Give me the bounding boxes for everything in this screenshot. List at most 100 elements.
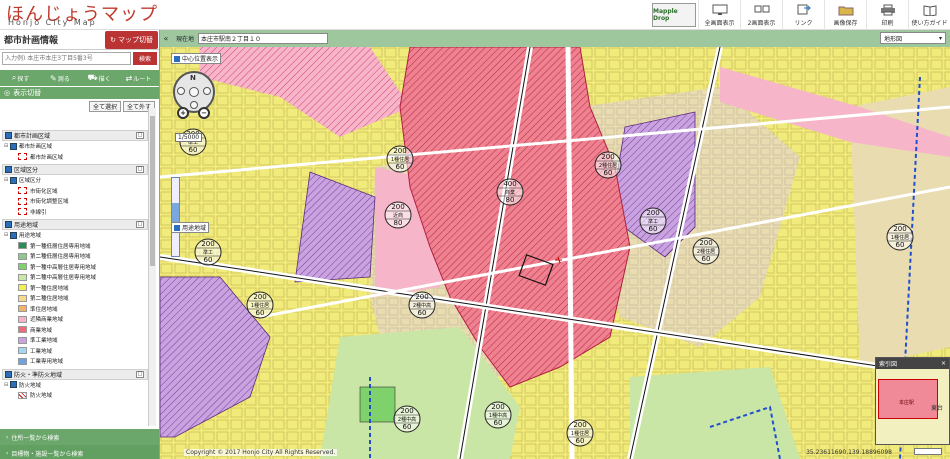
layer-group[interactable]: 区域区分 □ <box>2 164 148 175</box>
legend-swatch <box>18 187 27 195</box>
layer-item[interactable]: 都市計画区域 <box>2 152 148 163</box>
pan-east-button[interactable] <box>203 87 211 95</box>
layer-item[interactable]: 防火地域 <box>2 390 148 401</box>
center-position-toggle[interactable]: 中心位置表示 <box>171 53 222 64</box>
zone-label-bot: 60 <box>649 225 658 233</box>
layer-subgroup[interactable]: ⊟ 区域区分 <box>2 175 148 186</box>
layer-item[interactable]: 準住居地域 <box>2 304 148 315</box>
brand-badge[interactable]: Mapple Drop <box>652 3 696 27</box>
measure-tool-button[interactable]: ✎ 測る <box>41 71 78 85</box>
layer-item[interactable]: 非線引 <box>2 207 148 218</box>
zone-label: 2001種住居60 <box>246 291 274 319</box>
layer-item[interactable]: 第一種住居地域 <box>2 283 148 294</box>
zoning-layer-toggle[interactable]: 用途地域 <box>171 222 210 233</box>
layer-item[interactable]: 準工業地域 <box>2 335 148 346</box>
pan-west-button[interactable] <box>177 87 185 95</box>
save-image-button[interactable]: 画像保存 <box>824 0 866 30</box>
layer-tree-scrollbar[interactable] <box>148 108 156 426</box>
zone-label-bot: 60 <box>896 241 905 249</box>
draw-tool-button[interactable]: ⛟ 描く <box>81 71 118 85</box>
layer-switch-label: 表示切替 <box>13 89 42 97</box>
current-address-display: 本庄市駅南２丁目１０ <box>198 33 329 44</box>
map-switch-button[interactable]: ↻ マップ切替 <box>105 30 158 49</box>
close-icon[interactable]: × <box>941 360 946 367</box>
legend-swatch <box>18 326 27 334</box>
layer-item[interactable]: 商業地域 <box>2 325 148 336</box>
layer-group[interactable]: 都市計画区域 □ <box>2 130 148 141</box>
zone-label: 2002種住居60 <box>594 151 622 179</box>
overview-titlebar: 索引図 × <box>876 358 949 369</box>
base-map-select-value: 地形図 <box>884 35 903 43</box>
guide-button[interactable]: 使い方ガイド <box>908 0 950 30</box>
layer-subgroup[interactable]: ⊟ 都市計画区域 <box>2 141 148 152</box>
collapse-toggle[interactable]: □ <box>136 132 144 139</box>
checkbox-checked-icon[interactable] <box>5 132 12 139</box>
chevron-right-icon: › <box>6 433 9 441</box>
zone-label-top: 200 <box>415 293 428 301</box>
overview-map-panel[interactable]: 索引図 × 本庄駅 東台 <box>875 357 950 445</box>
layer-group-label: 用途地域 <box>14 222 39 229</box>
pan-center-button[interactable] <box>189 87 199 97</box>
layer-item[interactable]: 近隣商業地域 <box>2 314 148 325</box>
layer-subgroup[interactable]: ⊟ 用途地域 <box>2 230 148 241</box>
legend-swatch <box>18 336 27 344</box>
checkbox-checked-icon[interactable] <box>10 381 17 389</box>
facility-list-search-button[interactable]: › 目標物・施設一覧から検索 <box>0 445 159 459</box>
map-canvas[interactable]: 2001種住居602002種住居60200準工60400商業80200近商802… <box>160 47 950 459</box>
layer-item-label: 工業専用地域 <box>30 359 64 366</box>
checkbox-checked-icon[interactable] <box>5 166 12 173</box>
zoom-in-button[interactable]: + <box>177 107 189 119</box>
scrollbar-thumb[interactable] <box>150 116 155 266</box>
checkbox-checked-icon[interactable] <box>10 142 17 150</box>
layer-item[interactable]: 市街化区域 <box>2 186 148 197</box>
dual-screen-button[interactable]: 2画面表示 <box>740 0 782 30</box>
layer-item[interactable]: 第一種中高層住居専用地域 <box>2 262 148 273</box>
fullscreen-button[interactable]: 全画面表示 <box>698 0 740 30</box>
zoom-out-button[interactable]: − <box>198 107 210 119</box>
layer-subgroup[interactable]: ⊟ 防火地域 <box>2 380 148 391</box>
address-search-input[interactable] <box>2 52 131 65</box>
legend-swatch <box>18 273 27 281</box>
find-tool-button[interactable]: ⌕ 探す <box>2 71 39 85</box>
collapse-toggle[interactable]: □ <box>136 221 144 228</box>
layer-group[interactable]: 用途地域 □ <box>2 219 148 230</box>
layer-item-label: 第一種低層住居専用地域 <box>30 243 91 250</box>
pan-south-button[interactable] <box>190 101 198 109</box>
layer-item[interactable]: 第二種中高層住居専用地域 <box>2 272 148 283</box>
zone-label: 200準工60 <box>194 238 222 266</box>
checkbox-checked-icon[interactable] <box>5 221 12 228</box>
printer-icon <box>880 4 895 15</box>
search-button[interactable]: 検索 <box>133 52 157 65</box>
zoom-slider[interactable] <box>171 177 180 257</box>
layer-item[interactable]: 第二種住居地域 <box>2 293 148 304</box>
collapse-sidebar-button[interactable]: « <box>160 34 172 43</box>
collapse-toggle[interactable]: □ <box>136 370 144 378</box>
zone-label-mid: 1種住居 <box>891 234 909 241</box>
overview-map[interactable]: 本庄駅 東台 <box>876 369 949 444</box>
collapse-toggle[interactable]: □ <box>136 166 144 173</box>
layer-item-label: 第二種中高層住居専用地域 <box>30 275 97 282</box>
car-icon: ⛟ <box>87 73 98 82</box>
checkbox-checked-icon <box>174 224 180 231</box>
zone-label-bot: 60 <box>576 437 585 445</box>
link-button[interactable]: リンク <box>782 0 824 30</box>
zone-label: 2001種住居60 <box>386 145 414 173</box>
map-toolbar: « 現在地 本庄市駅南２丁目１０ 地形図 ▾ <box>160 30 950 47</box>
layer-item[interactable]: 工業専用地域 <box>2 356 148 367</box>
print-button[interactable]: 印刷 <box>866 0 908 30</box>
zoning-map-svg[interactable]: 2001種住居602002種住居60200準工60400商業80200近商802… <box>160 47 950 459</box>
checkbox-checked-icon[interactable] <box>5 370 12 378</box>
select-all-button[interactable]: 全て選択 <box>88 101 121 112</box>
base-map-select[interactable]: 地形図 ▾ <box>880 32 946 44</box>
layer-item[interactable]: 第一種低層住居専用地域 <box>2 241 148 252</box>
legend-swatch <box>18 242 27 250</box>
layer-item[interactable]: 市街化調整区域 <box>2 196 148 207</box>
layer-group[interactable]: 防火・準防火地域 □ <box>2 368 148 380</box>
layer-item[interactable]: 工業地域 <box>2 346 148 357</box>
address-list-search-button[interactable]: › 住所一覧から検索 <box>0 429 159 445</box>
layer-switch-header[interactable]: ◎ 表示切替 <box>0 87 159 99</box>
checkbox-checked-icon[interactable] <box>10 231 17 239</box>
checkbox-checked-icon[interactable] <box>10 176 17 184</box>
route-tool-button[interactable]: ⇄ ルート <box>120 71 157 85</box>
layer-item[interactable]: 第二種低層住居専用地域 <box>2 251 148 262</box>
